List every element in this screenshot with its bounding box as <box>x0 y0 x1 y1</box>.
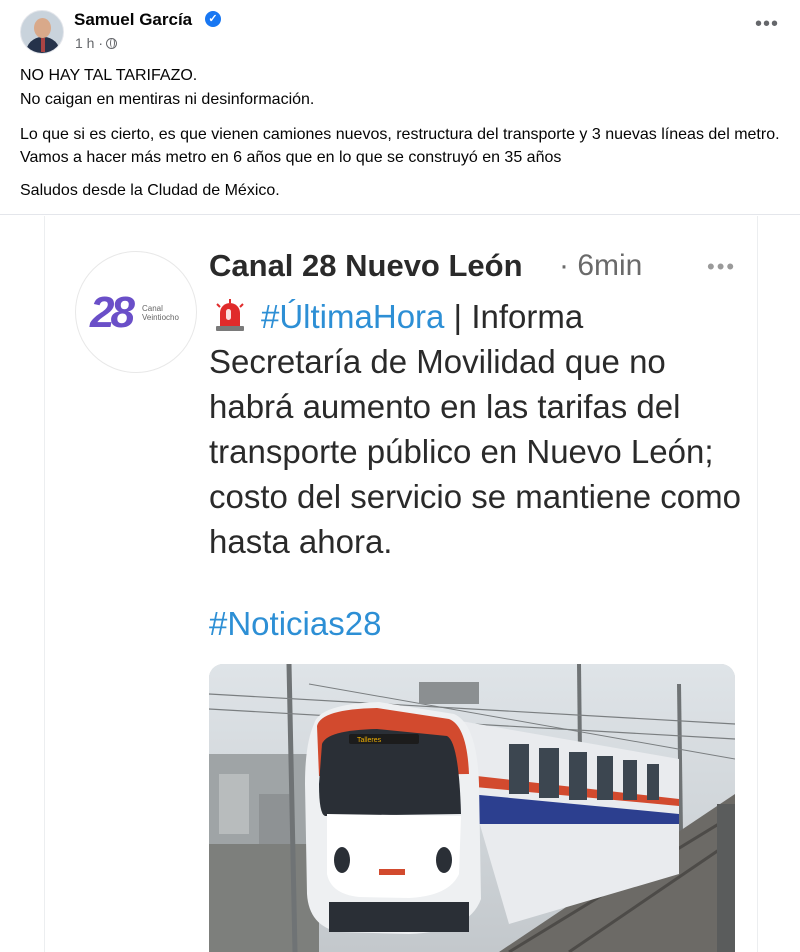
avatar[interactable] <box>20 10 64 54</box>
tweet-author: Canal 28 Nuevo León <box>209 248 523 283</box>
logo-sub-1: Canal <box>142 304 163 313</box>
post-meta: 1 h · <box>75 35 118 51</box>
tweet-time: · 6min <box>559 249 643 282</box>
globe-icon <box>106 37 118 49</box>
post-header: Samuel García ✓ 1 h · ••• <box>0 0 800 60</box>
logo-subtitle: Canal Veintiocho <box>142 304 179 322</box>
logo-number: 28 <box>90 288 135 337</box>
post-line-1: NO HAY TAL TARIFAZO. <box>20 67 198 84</box>
shared-screenshot[interactable]: 28 Canal Veintiocho Canal 28 Nuevo León … <box>44 216 758 952</box>
author-name[interactable]: Samuel García <box>74 10 192 30</box>
train-destination-sign: Talleres <box>357 737 382 744</box>
avatar-tie <box>41 38 45 52</box>
post-paragraph-3: Saludos desde la Cludad de México. <box>20 182 280 199</box>
verified-badge-icon: ✓ <box>205 11 221 27</box>
divider <box>0 214 800 215</box>
train-photo: Talleres <box>209 664 735 952</box>
channel-logo: 28 Canal Veintiocho <box>75 251 197 373</box>
train-illustration: Talleres <box>209 664 735 952</box>
tweet-more-icon: ••• <box>707 254 737 279</box>
tweet-hashtag-ultima-hora: #ÚltimaHora <box>261 298 445 335</box>
tweet-body-rest: Secretaría de Movilidad que no habrá aum… <box>209 343 741 560</box>
post-line-2: No caigan en mentiras ni desinformación. <box>20 91 315 108</box>
more-options-button[interactable]: ••• <box>752 14 782 40</box>
tweet-separator: | <box>444 298 472 335</box>
tweet-body-first: Informa <box>471 298 584 335</box>
tweet-hashtag-noticias28: #Noticias28 <box>209 605 382 642</box>
avatar-face <box>34 18 51 38</box>
logo-sub-2: Veintiocho <box>142 313 179 322</box>
post-time[interactable]: 1 h · <box>75 35 103 51</box>
post-paragraph-2: Lo que si es cierto, es que vienen camio… <box>20 126 780 166</box>
tweet-body: #ÚltimaHora | Informa Secretaría de Movil… <box>209 294 749 564</box>
